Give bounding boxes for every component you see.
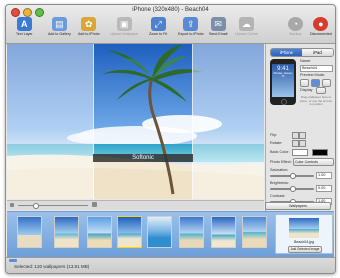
properties-panel: iPhone iPad 9:41 Monday, January 13 Name… <box>265 44 335 211</box>
upload-online-label: Upload Online <box>235 32 258 36</box>
gallery-thumbnail[interactable] <box>179 216 204 248</box>
preview-mode-plain-button[interactable] <box>322 79 331 87</box>
gallery-thumbnail[interactable] <box>54 216 79 248</box>
gallery-thumbnail[interactable] <box>242 216 267 248</box>
preview-mode-lock-button[interactable] <box>300 79 309 87</box>
backup-button[interactable]: ◔ Backup <box>288 17 303 36</box>
status-bar: Selected: 120 wallpapers (13.81 MB) <box>6 257 335 273</box>
wallpapers-dropdown[interactable]: Wallpapers <box>265 202 331 210</box>
zoom-to-fit-label: Zoom to Fit <box>149 32 168 36</box>
gallery-icon: ▤ <box>51 17 67 31</box>
gallery-thumbnail[interactable] <box>211 216 236 248</box>
upload-wallpaper-label: Upload Wallpaper <box>110 32 139 36</box>
gallery-thumbnail[interactable] <box>147 216 172 248</box>
name-label: Name: <box>300 59 312 63</box>
gallery-thumbnail[interactable] <box>17 216 42 248</box>
disconnected-label: Disconnected <box>310 32 332 36</box>
back-color-label: Back Color: <box>270 150 290 154</box>
iphoto-icon: ✿ <box>81 17 97 31</box>
export-to-iphoto-button[interactable]: ⇪ Export to iPhoto <box>178 17 204 36</box>
flip-vertical-button[interactable] <box>299 132 306 139</box>
gallery-thumbnail[interactable] <box>87 216 112 248</box>
device-tabs: iPhone iPad <box>270 48 334 57</box>
app-window: iPhone (320x480) - Beach04 A Text Layer … <box>5 4 336 274</box>
hint-text: Drag wallpaper here to place, or use the… <box>300 95 333 107</box>
cloud-icon: ☁ <box>238 17 254 31</box>
wallpaper-gallery: Beach04.jpg Add Selected Image <box>7 211 334 258</box>
add-to-iphoto-label: Add to iPhoto <box>78 32 100 36</box>
brightness-field[interactable]: 0.00 <box>316 185 332 192</box>
gallery-thumbnail-selected[interactable] <box>117 216 142 248</box>
preview-mode-buttons <box>300 79 331 87</box>
rotate-right-button[interactable] <box>299 140 306 147</box>
upload-online-button[interactable]: ☁ Upload Online <box>235 17 258 36</box>
brightness-thumb[interactable] <box>290 186 296 192</box>
lock-date: Monday, January 13 <box>273 72 293 78</box>
zoom-slider-thumb[interactable] <box>33 203 39 209</box>
contrast-label: Contrast: <box>270 194 286 198</box>
add-selected-image-button[interactable]: Add Selected Image <box>288 246 322 253</box>
brightness-label: Brightness: <box>270 181 289 185</box>
selected-wallpaper-card: Beach04.jpg Add Selected Image <box>275 214 333 254</box>
flip-label: Flip: <box>270 133 278 137</box>
window-title: iPhone (320x480) - Beach04 <box>132 7 209 13</box>
text-layer-button[interactable]: A Text Layer <box>16 17 33 36</box>
flip-horizontal-button[interactable] <box>292 132 299 139</box>
preview-mode-home-button[interactable] <box>311 79 320 87</box>
lock-screen-preview: 9:41 Monday, January 13 <box>272 64 294 97</box>
disconnected-icon: ● <box>313 17 329 31</box>
watermark-text: Softonic <box>93 154 193 162</box>
zoom-slider-bar <box>7 200 264 210</box>
add-to-iphoto-button[interactable]: ✿ Add to iPhoto <box>78 17 100 36</box>
text-layer-icon: A <box>16 17 32 31</box>
selected-wallpaper-caption: Beach04.jpg <box>294 240 314 244</box>
zoom-slider-track[interactable] <box>18 204 88 206</box>
zoom-out-icon[interactable] <box>10 203 14 207</box>
tab-ipad[interactable]: iPad <box>302 49 333 56</box>
add-wallpaper-icon[interactable] <box>9 259 17 262</box>
home-button-icon <box>281 99 287 105</box>
export-to-iphoto-label: Export to iPhoto <box>178 32 204 36</box>
text-layer-label: Text Layer <box>16 32 33 36</box>
preview-mode-label: Preview Mode: <box>300 73 326 77</box>
name-field[interactable]: Beach04 <box>300 65 333 72</box>
upload-wallpaper-button[interactable]: ▣ Upload Wallpaper <box>110 17 138 36</box>
display-dropdown[interactable] <box>316 87 326 94</box>
saturation-label: Saturation: <box>270 168 289 172</box>
crop-frame[interactable] <box>93 44 193 199</box>
status-text: Selected: 120 wallpapers (13.81 MB) <box>14 264 90 269</box>
email-icon: ✉ <box>210 17 226 31</box>
tab-iphone[interactable]: iPhone <box>271 49 302 56</box>
rotate-left-button[interactable] <box>292 140 299 147</box>
saturation-field[interactable]: 1.00 <box>316 172 332 179</box>
crop-mask-right <box>193 44 264 199</box>
send-email-button[interactable]: ✉ Send Email <box>209 17 227 36</box>
display-label: Display <box>300 88 313 92</box>
disconnected-status[interactable]: ● Disconnected <box>310 17 332 36</box>
saturation-thumb[interactable] <box>290 173 296 179</box>
backup-label: Backup <box>289 32 302 36</box>
back-color-black-swatch[interactable] <box>312 149 328 156</box>
iphone-preview[interactable]: 9:41 Monday, January 13 <box>270 59 296 105</box>
add-to-gallery-label: Add to Gallery <box>48 32 71 36</box>
zoom-in-icon[interactable] <box>92 202 97 207</box>
zoom-to-fit-button[interactable]: ⤢ Zoom to Fit <box>149 17 167 36</box>
upload-icon: ▣ <box>116 17 132 31</box>
wallpaper-canvas[interactable]: Softonic <box>7 44 264 199</box>
crop-mask-left <box>7 44 93 199</box>
back-color-white-swatch[interactable] <box>292 149 308 156</box>
photo-effect-select[interactable]: Color Controls <box>293 158 334 166</box>
zoom-icon: ⤢ <box>150 17 166 31</box>
send-email-label: Send Email <box>209 32 228 36</box>
backup-icon: ◔ <box>288 17 303 31</box>
add-to-gallery-button[interactable]: ▤ Add to Gallery <box>48 17 71 36</box>
toolbar: iPhone (320x480) - Beach04 A Text Layer … <box>6 5 335 44</box>
rotate-label: Rotate: <box>270 141 283 145</box>
selected-wallpaper-preview <box>289 218 319 238</box>
photo-effect-label: Photo Effect: <box>270 160 292 164</box>
export-icon: ⇪ <box>183 17 199 31</box>
